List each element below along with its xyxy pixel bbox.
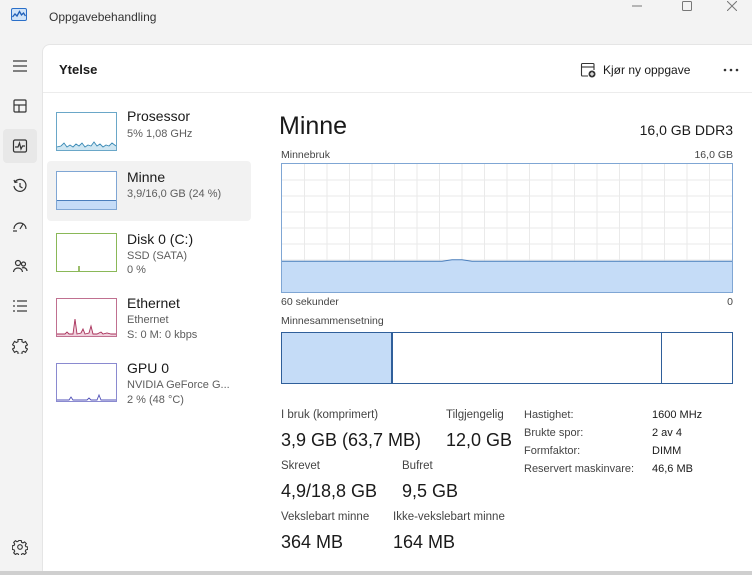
usage-graph-svg xyxy=(282,164,732,292)
maximize-button[interactable] xyxy=(667,0,707,12)
usage-graph-max: 16,0 GB xyxy=(694,149,733,161)
usage-graph-label: Minnebruk xyxy=(281,149,331,161)
in-use-value: 3,9 GB (63,7 MB) xyxy=(281,430,422,450)
nav-details[interactable] xyxy=(3,289,37,323)
detail-label: Reservert maskinvare: xyxy=(524,463,635,475)
device-name: GPU 0 xyxy=(127,360,170,376)
users-icon xyxy=(12,259,28,273)
device-ethernet[interactable]: Ethernet Ethernet S: 0 M: 0 kbps xyxy=(47,288,251,348)
taskbar-edge xyxy=(0,571,752,575)
details-icon xyxy=(13,300,27,312)
usage-area xyxy=(282,259,732,292)
composition-in-use xyxy=(282,333,392,383)
graph-time-start: 60 sekunder xyxy=(281,296,339,308)
detail-value: 1600 MHz xyxy=(652,409,703,421)
nav-settings[interactable] xyxy=(3,530,37,564)
graph-time-end: 0 xyxy=(727,296,733,308)
nav-services[interactable] xyxy=(3,329,37,363)
services-icon xyxy=(12,338,28,354)
device-processor[interactable]: Prosessor 5% 1,08 GHz xyxy=(47,99,251,159)
detail-value: 2 av 4 xyxy=(652,427,682,439)
device-type: SSD (SATA) xyxy=(127,250,188,262)
non-paged-pool-label: Ikke-vekslebart minne xyxy=(393,511,505,523)
device-stat: 0 % xyxy=(127,264,146,276)
nav-startup-apps[interactable] xyxy=(3,209,37,243)
processes-icon xyxy=(13,99,27,113)
nav-processes[interactable] xyxy=(3,89,37,123)
non-paged-pool-value: 164 MB xyxy=(393,532,456,552)
startup-apps-icon xyxy=(13,222,27,232)
memory-composition-bar xyxy=(281,332,733,384)
in-use-label: I bruk (komprimert) xyxy=(281,409,379,421)
detail-value: DIMM xyxy=(652,445,682,457)
detail-label: Brukte spor: xyxy=(524,427,584,439)
gpu-thumbnail xyxy=(56,363,117,402)
hamburger-menu-icon xyxy=(13,60,27,72)
memory-detail-panel: Minne 16,0 GB DDR3 Minnebruk 16,0 GB 60 … xyxy=(279,45,752,575)
paged-pool-value: 364 MB xyxy=(281,532,344,552)
main-content: Ytelse Kjør ny oppgave Prosessor 5% 1,08… xyxy=(42,44,752,575)
memory-usage-graph xyxy=(281,163,733,293)
device-stat: 3,9/16,0 GB (24 %) xyxy=(127,188,222,200)
device-name: Disk 0 (C:) xyxy=(127,231,194,247)
nav-app-history[interactable] xyxy=(3,169,37,203)
minimize-icon xyxy=(632,5,642,7)
device-name: Minne xyxy=(127,169,166,185)
device-name: Prosessor xyxy=(127,108,191,124)
memory-spec: 16,0 GB DDR3 xyxy=(639,122,733,138)
device-stat: 2 % (48 °C) xyxy=(127,394,184,406)
ethernet-thumbnail xyxy=(56,298,117,337)
task-manager-app-icon xyxy=(11,8,27,21)
detail-label: Hastighet: xyxy=(524,409,574,421)
cached-label: Bufret xyxy=(402,460,433,472)
composition-label: Minnesammensetning xyxy=(281,315,384,327)
device-type: Ethernet xyxy=(127,314,169,326)
device-stat: S: 0 M: 0 kbps xyxy=(127,329,198,341)
committed-label: Skrevet xyxy=(281,460,320,472)
title-bar: Oppgavebehandling xyxy=(0,0,752,34)
memory-title: Minne xyxy=(279,112,348,140)
app-history-icon xyxy=(13,178,27,192)
detail-label: Formfaktor: xyxy=(524,445,581,457)
memory-thumbnail xyxy=(56,171,117,210)
committed-value: 4,9/18,8 GB xyxy=(281,481,378,501)
device-type: NVIDIA GeForce G... xyxy=(127,379,230,391)
paged-pool-label: Vekslebart minne xyxy=(281,511,370,523)
nav-users[interactable] xyxy=(3,249,37,283)
device-stat: 5% 1,08 GHz xyxy=(127,128,193,140)
minimize-button[interactable] xyxy=(617,0,657,12)
available-label: Tilgjengelig xyxy=(446,409,504,421)
window-title: Oppgavebehandling xyxy=(49,10,157,24)
close-button[interactable] xyxy=(712,0,752,12)
page-title: Ytelse xyxy=(59,62,98,77)
navigation-rail xyxy=(0,44,40,575)
settings-icon xyxy=(12,539,28,555)
close-icon xyxy=(727,1,737,11)
available-value: 12,0 GB xyxy=(446,430,513,450)
composition-free xyxy=(662,333,732,383)
nav-performance[interactable] xyxy=(3,129,37,163)
performance-icon xyxy=(12,139,28,153)
disk-thumbnail xyxy=(56,233,117,272)
composition-standby xyxy=(393,333,662,383)
maximize-icon xyxy=(682,1,692,11)
nav-menu-button[interactable] xyxy=(3,49,37,83)
processor-thumbnail xyxy=(56,112,117,151)
device-disk-0[interactable]: Disk 0 (C:) SSD (SATA) 0 % xyxy=(47,223,251,283)
device-name: Ethernet xyxy=(127,295,180,311)
detail-value: 46,6 MB xyxy=(652,463,693,475)
device-memory[interactable]: Minne 3,9/16,0 GB (24 %) xyxy=(47,161,251,221)
cached-value: 9,5 GB xyxy=(402,481,459,501)
device-gpu-0[interactable]: GPU 0 NVIDIA GeForce G... 2 % (48 °C) xyxy=(47,353,251,413)
